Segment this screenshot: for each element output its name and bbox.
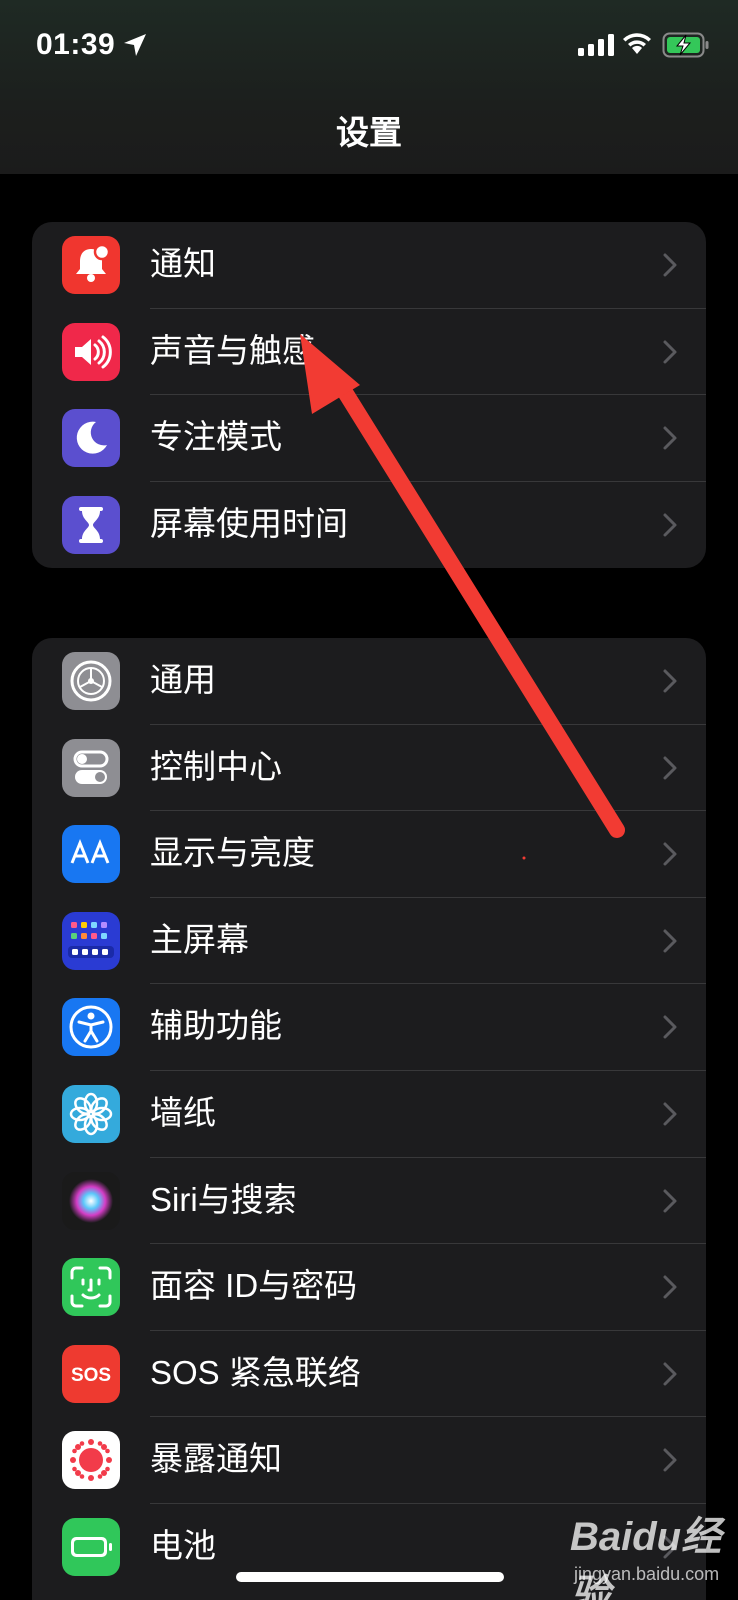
settings-row-exposure[interactable]: 暴露通知 bbox=[32, 1417, 706, 1504]
row-label: 通知 bbox=[150, 245, 216, 282]
row-label: Siri与搜索 bbox=[150, 1180, 297, 1218]
row-label: 暴露通知 bbox=[150, 1440, 282, 1478]
status-time: 01:39 bbox=[36, 28, 116, 61]
location-arrow-icon bbox=[124, 34, 146, 56]
battery-icon bbox=[62, 1517, 120, 1576]
aa-display-icon bbox=[62, 825, 120, 884]
chevron-right-icon bbox=[663, 1102, 677, 1126]
chevron-right-icon bbox=[663, 513, 677, 536]
row-label: 声音与触感 bbox=[150, 331, 315, 369]
settings-row-general[interactable]: 通用 bbox=[32, 638, 706, 725]
row-label: 面容 ID与密码 bbox=[150, 1267, 358, 1305]
chevron-right-icon bbox=[663, 253, 677, 277]
wifi-icon bbox=[623, 33, 651, 54]
chevron-right-icon bbox=[663, 1189, 677, 1213]
sos-icon: SOS bbox=[62, 1344, 120, 1403]
settings-row-siri[interactable]: Siri与搜索 bbox=[32, 1158, 706, 1245]
page-title: 设置 bbox=[336, 114, 402, 151]
chevron-right-icon bbox=[663, 1448, 677, 1472]
chevron-right-icon bbox=[663, 1275, 677, 1299]
row-label: 辅助功能 bbox=[150, 1007, 282, 1045]
accessibility-icon bbox=[62, 998, 120, 1057]
chevron-right-icon bbox=[663, 842, 677, 866]
settings-row-focus[interactable]: 专注模式 bbox=[32, 395, 706, 482]
status-bar: 01:39 bbox=[0, 0, 738, 92]
chevron-right-icon bbox=[663, 1015, 677, 1039]
settings-row-control-center[interactable]: 控制中心 bbox=[32, 725, 706, 812]
chevron-right-icon bbox=[663, 1535, 677, 1559]
chevron-right-icon bbox=[663, 340, 677, 363]
row-label: 专注模式 bbox=[150, 418, 282, 455]
toggle-icon bbox=[62, 738, 120, 797]
face-id-icon bbox=[62, 1258, 120, 1317]
home-indicator bbox=[236, 1572, 504, 1582]
settings-row-sounds[interactable]: 声音与触感 bbox=[32, 309, 706, 395]
row-label: 电池 bbox=[150, 1526, 216, 1564]
row-label: SOS 紧急联络 bbox=[150, 1353, 361, 1391]
sound-icon bbox=[62, 322, 120, 381]
chevron-right-icon bbox=[663, 1362, 677, 1386]
battery-charging-icon bbox=[662, 32, 709, 58]
chevron-right-icon bbox=[663, 929, 677, 953]
notifications-icon bbox=[62, 236, 120, 294]
settings-row-notifications[interactable]: 通知 bbox=[32, 222, 706, 309]
cellular-signal-icon bbox=[578, 34, 614, 56]
flower-icon bbox=[62, 1084, 120, 1143]
row-label: 控制中心 bbox=[150, 747, 282, 785]
gear-icon bbox=[62, 652, 120, 710]
settings-group-focus: 通知 声音与触感 专注模式 屏幕使用时间 bbox=[32, 222, 706, 568]
svg-text:SOS: SOS bbox=[71, 1365, 111, 1386]
settings-row-screen-time[interactable]: 屏幕使用时间 bbox=[32, 482, 706, 569]
settings-row-accessibility[interactable]: 辅助功能 bbox=[32, 984, 706, 1071]
settings-row-display[interactable]: 显示与亮度 bbox=[32, 811, 706, 898]
row-label: 显示与亮度 bbox=[150, 834, 315, 872]
settings-row-home-screen[interactable]: 主屏幕 bbox=[32, 898, 706, 985]
row-label: 通用 bbox=[150, 661, 216, 698]
moon-icon bbox=[62, 409, 120, 467]
row-label: 主屏幕 bbox=[150, 920, 249, 958]
row-label: 墙纸 bbox=[150, 1093, 216, 1131]
settings-row-sos[interactable]: SOS SOS 紧急联络 bbox=[32, 1331, 706, 1418]
home-screen-icon bbox=[62, 911, 120, 970]
hourglass-icon bbox=[62, 495, 120, 554]
chevron-right-icon bbox=[663, 669, 677, 693]
settings-group-general: 通用 控制中心 显示与亮度 主屏幕 辅助功能 墙纸 Siri与搜索 面容 ID与… bbox=[32, 638, 706, 1600]
siri-icon bbox=[62, 1171, 120, 1230]
exposure-icon bbox=[62, 1431, 120, 1490]
settings-row-face-id[interactable]: 面容 ID与密码 bbox=[32, 1244, 706, 1331]
settings-row-wallpaper[interactable]: 墙纸 bbox=[32, 1071, 706, 1158]
chevron-right-icon bbox=[663, 426, 677, 450]
chevron-right-icon bbox=[663, 756, 677, 780]
row-label: 屏幕使用时间 bbox=[150, 504, 348, 542]
